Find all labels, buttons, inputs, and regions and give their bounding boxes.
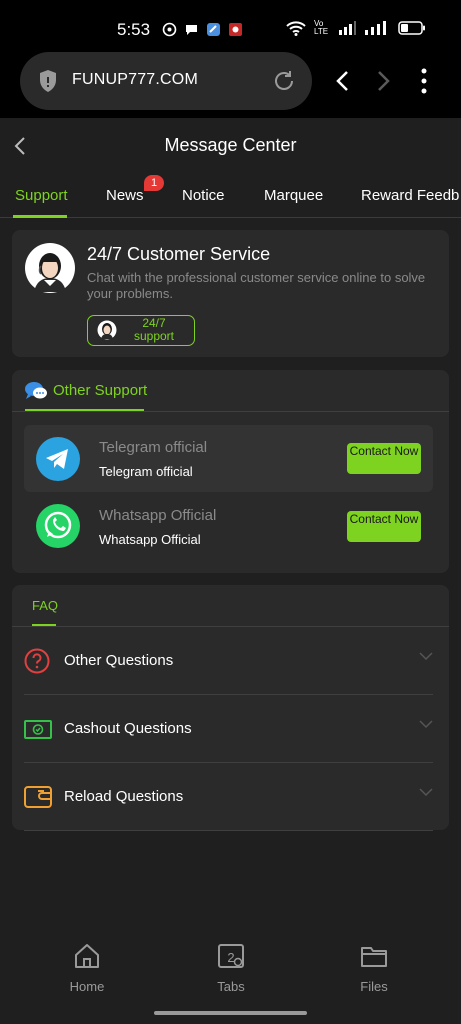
address-bar[interactable]: FUNUP777.COM <box>20 52 312 110</box>
whatsapp-title: Whatsapp Official <box>99 507 217 524</box>
faq-item-cashout-questions[interactable]: Cashout Questions <box>24 695 433 763</box>
signal-icon-2 <box>365 21 386 35</box>
nav-files[interactable]: Files <box>334 942 414 994</box>
forward-arrow-icon[interactable] <box>374 69 392 93</box>
section-divider <box>12 411 449 412</box>
volte-label: Vo LTE <box>314 19 329 36</box>
news-badge: 1 <box>144 175 164 191</box>
faq-item-reload-questions[interactable]: Reload Questions <box>24 763 433 831</box>
tab-bar: Support News 1 Notice Marquee Reward Fee… <box>0 174 461 218</box>
tab-support[interactable]: Support <box>15 187 68 204</box>
page-title: Message Center <box>164 135 297 155</box>
tab-news[interactable]: News <box>106 187 144 204</box>
customer-service-title: 24/7 Customer Service <box>87 244 271 264</box>
browser-bottom-nav: Home 2 Tabs Files <box>0 930 461 1024</box>
active-tab-indicator <box>13 215 67 218</box>
notification-icons <box>162 22 243 37</box>
back-arrow-icon[interactable] <box>334 69 352 93</box>
other-support-label[interactable]: Other Support <box>53 382 147 399</box>
whatsapp-contact-button[interactable]: Contact Now <box>347 511 421 542</box>
question-circle-icon <box>24 648 50 674</box>
chat-notification-icon <box>186 25 197 35</box>
faq-item-label: Other Questions <box>64 652 174 669</box>
agent-avatar <box>25 243 75 293</box>
whatsapp-icon <box>36 504 80 548</box>
faq-item-label: Reload Questions <box>64 788 184 805</box>
nav-tabs[interactable]: 2 Tabs <box>191 942 271 994</box>
game-notification-icon <box>229 23 242 36</box>
faq-label[interactable]: FAQ <box>32 598 58 613</box>
status-time: 5:53 <box>117 20 151 39</box>
chevron-down-icon <box>419 652 433 661</box>
chevron-down-icon <box>419 720 433 729</box>
telegram-support-row[interactable]: Telegram official Telegram official Cont… <box>24 425 433 492</box>
nav-tabs-label: Tabs <box>217 979 245 994</box>
gesture-home-indicator[interactable] <box>154 1011 307 1015</box>
telegram-subtitle: Telegram official <box>99 464 193 479</box>
home-icon <box>75 944 99 968</box>
battery-icon <box>398 21 425 35</box>
telegram-icon <box>36 437 80 481</box>
more-options-icon[interactable] <box>418 67 430 95</box>
whatsapp-subtitle: Whatsapp Official <box>99 532 201 547</box>
tab-reward-feedback[interactable]: Reward Feedb <box>361 187 459 204</box>
url-text[interactable]: FUNUP777.COM <box>72 71 198 89</box>
agent-mini-avatar-icon <box>97 320 117 340</box>
faq-item-other-questions[interactable]: Other Questions <box>24 627 433 695</box>
nav-home[interactable]: Home <box>47 942 127 994</box>
customer-service-description: Chat with the professional customer serv… <box>87 270 426 301</box>
customer-service-card[interactable]: 24/7 Customer Service Chat with the prof… <box>12 230 449 357</box>
whatsapp-support-row[interactable]: Whatsapp Official Whatsapp Official Cont… <box>24 493 433 560</box>
signal-icon <box>339 21 356 35</box>
wifi-icon <box>286 21 306 36</box>
browser-toolbar: FUNUP777.COM <box>0 52 461 118</box>
support-button-label: 24/7 support <box>133 316 175 343</box>
nav-home-label: Home <box>69 979 105 994</box>
tabs-count: 2 <box>227 950 235 965</box>
wallet-icon <box>24 786 52 808</box>
faq-item-label: Cashout Questions <box>64 720 192 737</box>
nav-files-label: Files <box>360 979 388 994</box>
chevron-down-icon <box>419 788 433 797</box>
tab-marquee[interactable]: Marquee <box>264 187 323 204</box>
other-support-card: Other Support Telegram official Telegram… <box>12 370 449 573</box>
telegram-contact-button[interactable]: Contact Now <box>347 443 421 474</box>
reload-icon[interactable] <box>272 69 296 93</box>
whatsapp-notification-icon <box>162 22 177 37</box>
page-header: Message Center <box>0 118 461 174</box>
shield-icon[interactable] <box>38 69 58 93</box>
telegram-title: Telegram official <box>99 439 208 456</box>
app-notification-icon <box>207 23 220 36</box>
status-bar: 5:53 Vo LTE <box>0 0 461 52</box>
tab-notice[interactable]: Notice <box>182 187 225 204</box>
chat-bubbles-icon <box>25 382 47 399</box>
cash-icon <box>24 720 52 739</box>
faq-card: FAQ Other Questions Cashout Questions Re… <box>12 585 449 831</box>
system-status-icons: Vo LTE <box>286 20 426 36</box>
folder-icon <box>361 947 387 967</box>
support-247-button[interactable]: 24/7 support <box>87 315 195 346</box>
